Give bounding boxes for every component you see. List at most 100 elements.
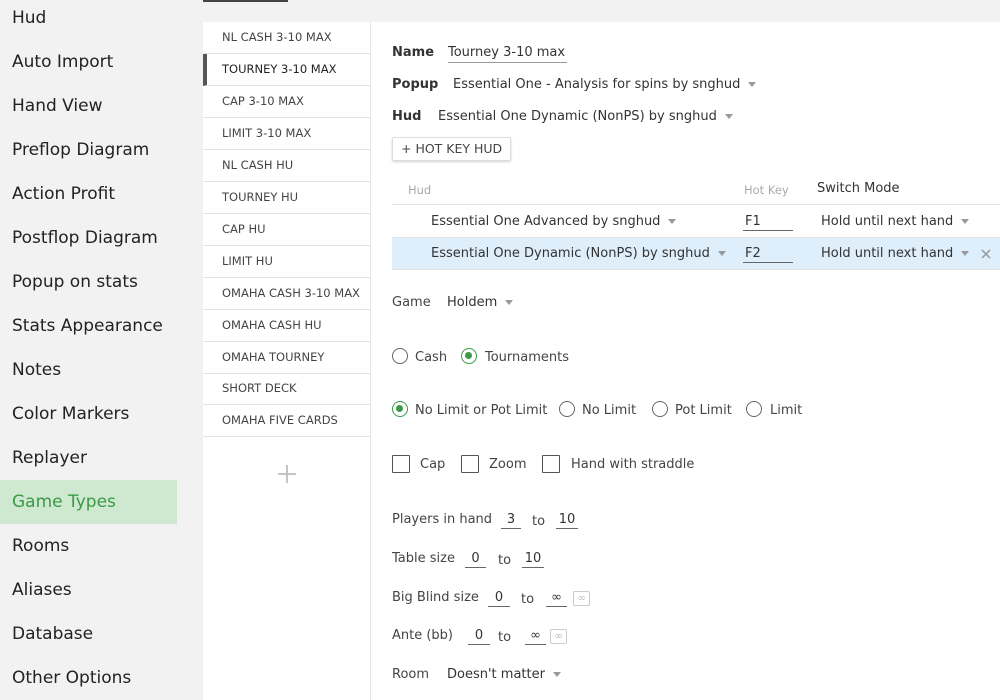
limit-label: Limit: [770, 403, 803, 418]
close-icon[interactable]: [980, 248, 992, 260]
chevron-down-icon: [717, 251, 726, 256]
cash-radio[interactable]: [392, 348, 408, 364]
table-size-max-input[interactable]: 10: [522, 551, 544, 568]
big-blind-min-input[interactable]: 0: [488, 590, 510, 607]
switch-mode-select[interactable]: Hold until next hand: [821, 246, 970, 261]
big-blind-size-label: Big Blind size: [392, 590, 479, 605]
nav-item-notes[interactable]: Notes: [0, 348, 177, 392]
infinity-button[interactable]: ∞: [573, 591, 590, 606]
nav-item-hand-view[interactable]: Hand View: [0, 84, 177, 128]
table-size-label: Table size: [392, 551, 455, 566]
nav-item-hud[interactable]: Hud: [0, 0, 177, 40]
table-size-min-input[interactable]: 0: [465, 551, 486, 568]
game-type-item[interactable]: NL CASH 3-10 MAX: [203, 22, 371, 54]
to-label: to: [498, 553, 512, 568]
column-header-hot-key: Hot Key: [744, 183, 789, 197]
nav-item-popup-on-stats[interactable]: Popup on stats: [0, 260, 177, 304]
players-min-input[interactable]: 3: [501, 512, 521, 529]
switch-mode-select[interactable]: Hold until next hand: [821, 214, 970, 229]
row-hud-value: Essential One Dynamic (NonPS) by snghud: [431, 246, 710, 261]
game-type-item[interactable]: NL CASH HU: [203, 150, 371, 182]
nav-item-stats-appearance[interactable]: Stats Appearance: [0, 304, 177, 348]
ante-min-input[interactable]: 0: [468, 628, 490, 645]
nav-item-color-markers[interactable]: Color Markers: [0, 392, 177, 436]
game-label: Game: [392, 295, 431, 310]
players-max-input[interactable]: 10: [556, 512, 578, 529]
popup-select[interactable]: Essential One - Analysis for spins by sn…: [453, 77, 757, 92]
ante-max-input[interactable]: ∞: [525, 628, 546, 645]
chevron-down-icon: [505, 300, 514, 305]
to-label: to: [498, 630, 512, 645]
limit-radio[interactable]: [746, 401, 762, 417]
game-value: Holdem: [447, 295, 498, 310]
room-select[interactable]: Doesn't matter: [447, 667, 561, 682]
game-type-item[interactable]: SHORT DECK: [203, 373, 371, 405]
nav-item-game-types[interactable]: Game Types: [0, 480, 177, 524]
pot-limit-radio[interactable]: [652, 401, 668, 417]
zoom-checkbox[interactable]: [461, 455, 479, 473]
tournaments-radio[interactable]: [461, 348, 477, 364]
no-limit-or-pot-limit-label: No Limit or Pot Limit: [415, 403, 548, 418]
hud-select[interactable]: Essential One Dynamic (NonPS) by snghud: [438, 109, 733, 124]
game-type-item[interactable]: LIMIT HU: [203, 246, 371, 278]
game-select[interactable]: Holdem: [447, 295, 514, 310]
switch-mode-value: Hold until next hand: [821, 214, 954, 229]
nav-item-auto-import[interactable]: Auto Import: [0, 40, 177, 84]
game-type-item[interactable]: TOURNEY HU: [203, 182, 371, 214]
game-type-item[interactable]: OMAHA CASH HU: [203, 310, 371, 342]
cap-label: Cap: [420, 457, 446, 472]
nav-item-aliases[interactable]: Aliases: [0, 568, 177, 612]
infinity-button[interactable]: ∞: [550, 629, 567, 644]
game-type-item[interactable]: OMAHA FIVE CARDS: [203, 405, 371, 437]
room-value: Doesn't matter: [447, 667, 545, 682]
no-limit-or-pot-limit-radio[interactable]: [392, 401, 408, 417]
zoom-label: Zoom: [489, 457, 527, 472]
cap-checkbox[interactable]: [392, 455, 410, 473]
cash-label: Cash: [415, 350, 448, 365]
panel-gutter: [177, 0, 203, 700]
tournaments-label: Tournaments: [485, 350, 570, 365]
settings-nav: Hud Auto Import Hand View Preflop Diagra…: [0, 0, 177, 700]
row-hud-select[interactable]: Essential One Dynamic (NonPS) by snghud: [431, 246, 726, 261]
hand-with-straddle-checkbox[interactable]: [542, 455, 560, 473]
chevron-down-icon: [668, 219, 677, 224]
chevron-down-icon: [552, 672, 561, 677]
game-type-item[interactable]: OMAHA TOURNEY: [203, 342, 371, 374]
hot-key-input[interactable]: F1: [743, 214, 793, 231]
nav-item-preflop-diagram[interactable]: Preflop Diagram: [0, 128, 177, 172]
ante-label: Ante (bb): [392, 628, 454, 643]
hud-value: Essential One Dynamic (NonPS) by snghud: [438, 109, 717, 124]
no-limit-label: No Limit: [582, 403, 637, 418]
nav-item-database[interactable]: Database: [0, 612, 177, 656]
no-limit-radio[interactable]: [559, 401, 575, 417]
game-type-form: Name Tourney 3-10 max Popup Essential On…: [372, 22, 1000, 700]
big-blind-max-input[interactable]: ∞: [546, 590, 567, 607]
to-label: to: [521, 592, 535, 607]
game-type-item[interactable]: OMAHA CASH 3-10 MAX: [203, 278, 371, 310]
game-type-item-selected[interactable]: TOURNEY 3-10 MAX: [203, 54, 371, 86]
room-label: Room: [392, 667, 430, 682]
nav-item-other-options[interactable]: Other Options: [0, 656, 177, 700]
hot-key-input[interactable]: F2: [743, 246, 793, 263]
add-hotkey-hud-button[interactable]: + HOT KEY HUD: [392, 137, 512, 161]
row-hud-value: Essential One Advanced by snghud: [431, 214, 661, 229]
table-row[interactable]: Essential One Advanced by snghud F1 Hold…: [392, 206, 1000, 238]
pot-limit-label: Pot Limit: [675, 403, 732, 418]
table-row-selected[interactable]: Essential One Dynamic (NonPS) by snghud …: [392, 238, 1000, 270]
nav-item-replayer[interactable]: Replayer: [0, 436, 177, 480]
nav-item-action-profit[interactable]: Action Profit: [0, 172, 177, 216]
top-strip: [203, 0, 1000, 22]
name-input[interactable]: Tourney 3-10 max: [448, 45, 568, 63]
nav-item-postflop-diagram[interactable]: Postflop Diagram: [0, 216, 177, 260]
game-type-item[interactable]: CAP HU: [203, 214, 371, 246]
column-header-hud: Hud: [408, 183, 432, 197]
name-label: Name: [392, 45, 435, 60]
chevron-down-icon: [724, 114, 733, 119]
plus-icon[interactable]: [275, 462, 299, 486]
nav-item-rooms[interactable]: Rooms: [0, 524, 177, 568]
row-hud-select[interactable]: Essential One Advanced by snghud: [431, 214, 677, 229]
chevron-down-icon: [961, 219, 970, 224]
game-type-item[interactable]: CAP 3-10 MAX: [203, 86, 371, 118]
game-type-item[interactable]: LIMIT 3-10 MAX: [203, 118, 371, 150]
chevron-down-icon: [961, 251, 970, 256]
